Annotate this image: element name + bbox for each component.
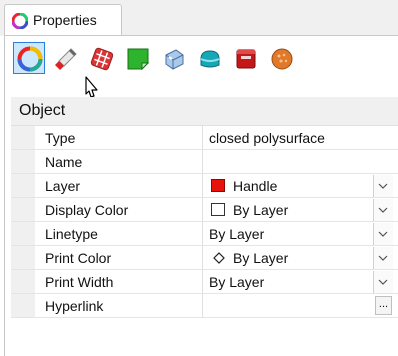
property-label: Name bbox=[45, 154, 83, 170]
property-value: Handle bbox=[233, 178, 278, 194]
material-button[interactable] bbox=[49, 42, 81, 74]
display-mode-icon bbox=[236, 49, 256, 69]
tab-properties[interactable]: Properties bbox=[4, 4, 122, 36]
property-label: Layer bbox=[45, 178, 81, 194]
decal-icon bbox=[127, 48, 150, 71]
property-label: Display Color bbox=[45, 202, 129, 218]
render-mesh-icon bbox=[165, 49, 184, 70]
property-value: By Layer bbox=[233, 250, 289, 266]
chevron-down-icon bbox=[378, 207, 388, 213]
curvature-button[interactable] bbox=[193, 42, 225, 74]
print-width-select[interactable]: By Layer bbox=[203, 270, 398, 294]
property-row-print-color[interactable]: Print Color By Layer bbox=[11, 246, 398, 270]
display-color-select[interactable]: By Layer bbox=[203, 198, 398, 222]
object-properties-button[interactable] bbox=[13, 42, 45, 74]
object-properties-icon bbox=[17, 46, 43, 72]
curvature-icon bbox=[200, 50, 220, 68]
property-value: By Layer bbox=[233, 202, 289, 218]
property-row-linetype[interactable]: Linetype By Layer bbox=[11, 222, 398, 246]
property-label: Linetype bbox=[45, 226, 98, 242]
texture-mapping-icon bbox=[90, 47, 114, 71]
property-label: Hyperlink bbox=[45, 298, 104, 314]
chevron-down-icon bbox=[378, 231, 388, 237]
chevron-down-icon bbox=[378, 255, 388, 261]
layer-color-swatch bbox=[211, 179, 225, 192]
property-value: closed polysurface bbox=[209, 130, 325, 146]
tab-label: Properties bbox=[33, 12, 97, 28]
property-label: Print Width bbox=[45, 274, 114, 290]
property-label: Type bbox=[45, 130, 76, 146]
layer-dropdown-button[interactable] bbox=[373, 175, 393, 197]
property-value: By Layer bbox=[209, 274, 265, 290]
chevron-down-icon bbox=[378, 279, 388, 285]
display-color-dropdown-button[interactable] bbox=[373, 199, 393, 221]
property-row-print-width[interactable]: Print Width By Layer bbox=[11, 270, 398, 294]
property-row-hyperlink[interactable]: Hyperlink ... bbox=[11, 294, 398, 318]
hyperlink-browse-button[interactable]: ... bbox=[375, 296, 392, 315]
chevron-down-icon bbox=[378, 183, 388, 189]
linetype-dropdown-button[interactable] bbox=[373, 223, 393, 245]
print-color-select[interactable]: By Layer bbox=[203, 246, 398, 270]
render-button[interactable] bbox=[265, 42, 297, 74]
name-field[interactable] bbox=[203, 150, 398, 174]
section-title: Object bbox=[19, 102, 66, 119]
material-icon bbox=[55, 48, 77, 70]
color-wheel-icon bbox=[12, 13, 28, 29]
linetype-select[interactable]: By Layer bbox=[203, 222, 398, 246]
render-icon bbox=[271, 48, 293, 70]
diamond-icon bbox=[213, 252, 225, 264]
property-row-layer[interactable]: Layer Handle bbox=[11, 174, 398, 198]
property-row-display-color[interactable]: Display Color By Layer bbox=[11, 198, 398, 222]
hyperlink-field[interactable]: ... bbox=[203, 294, 398, 318]
print-width-dropdown-button[interactable] bbox=[373, 271, 393, 293]
section-object-header[interactable]: Object bbox=[11, 97, 398, 126]
decal-button[interactable] bbox=[121, 42, 153, 74]
display-color-swatch bbox=[211, 203, 225, 216]
layer-select[interactable]: Handle bbox=[203, 174, 398, 198]
display-mode-button[interactable] bbox=[229, 42, 261, 74]
render-mesh-button[interactable] bbox=[157, 42, 189, 74]
texture-mapping-button[interactable] bbox=[85, 42, 117, 74]
property-row-name[interactable]: Name bbox=[11, 150, 398, 174]
print-color-dropdown-button[interactable] bbox=[373, 247, 393, 269]
property-row-type: Type closed polysurface bbox=[11, 126, 398, 150]
property-value: By Layer bbox=[209, 226, 265, 242]
property-label: Print Color bbox=[45, 250, 112, 266]
